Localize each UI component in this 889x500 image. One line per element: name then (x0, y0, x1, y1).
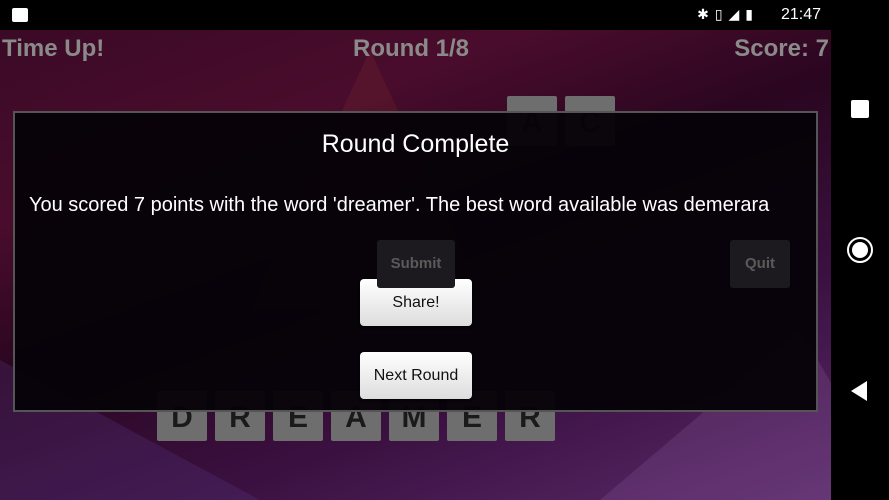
home-icon[interactable] (847, 237, 873, 263)
clock: 21:47 (780, 6, 821, 23)
next-round-button[interactable]: Next Round (360, 352, 472, 399)
status-bar: ✱▯◢▮ 21:47 (0, 0, 889, 30)
image-icon (12, 8, 28, 22)
dialog-title: Round Complete (321, 130, 510, 158)
back-icon[interactable] (851, 381, 867, 401)
dialog-message: You scored 7 points with the word 'dream… (29, 194, 770, 216)
score: Score: 7 (734, 35, 829, 62)
time-status: Time Up! (2, 35, 105, 62)
quit-button[interactable]: Quit (730, 240, 790, 288)
round-indicator: Round 1/8 (353, 35, 470, 62)
status-icons: ✱▯◢▮ (697, 6, 759, 22)
navigation-bar (831, 0, 889, 500)
submit-button[interactable]: Submit (377, 240, 455, 288)
recents-icon[interactable] (851, 100, 869, 118)
